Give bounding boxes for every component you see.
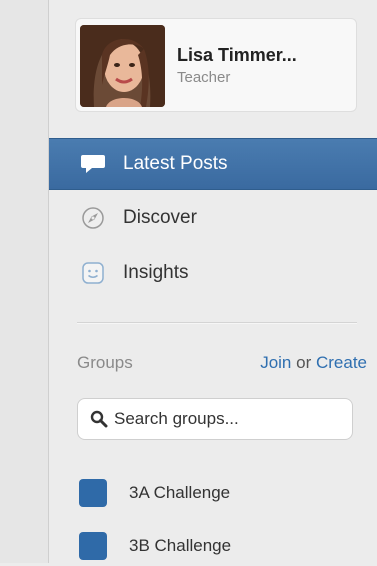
- group-name: 3A Challenge: [129, 483, 231, 502]
- groups-header: Groups Join or Create: [77, 353, 367, 373]
- compass-icon: [80, 205, 106, 231]
- search-groups-input[interactable]: [114, 405, 344, 433]
- nav-label-latest-posts: Latest Posts: [123, 153, 228, 174]
- profile-name[interactable]: Lisa Timmer...: [177, 45, 297, 66]
- group-color-swatch: [79, 479, 107, 507]
- group-search-box[interactable]: [77, 398, 353, 440]
- group-item-3b-challenge[interactable]: 3B Challenge: [77, 526, 367, 566]
- profile-role: Teacher: [177, 69, 231, 86]
- speech-bubble-icon: [80, 151, 106, 177]
- avatar[interactable]: [80, 25, 165, 107]
- nav-item-insights[interactable]: Insights: [49, 248, 377, 298]
- group-name: 3B Challenge: [129, 536, 232, 555]
- search-icon: [90, 410, 108, 428]
- nav-item-latest-posts[interactable]: Latest Posts: [49, 138, 377, 190]
- groups-label: Groups: [77, 353, 133, 372]
- nav-item-discover[interactable]: Discover: [49, 193, 377, 243]
- group-item-3a-challenge[interactable]: 3A Challenge: [77, 473, 367, 513]
- smiley-icon: [80, 260, 106, 286]
- left-gutter: [0, 0, 49, 563]
- join-group-link[interactable]: Join: [260, 353, 291, 372]
- groups-actions: Join or Create: [260, 353, 367, 373]
- sidebar: Lisa Timmer... Teacher Latest Posts Disc…: [49, 0, 377, 563]
- profile-card[interactable]: Lisa Timmer... Teacher: [75, 18, 357, 112]
- divider: [77, 322, 357, 324]
- nav-label-discover: Discover: [123, 207, 197, 228]
- groups-or-text: or: [296, 353, 312, 372]
- create-group-link[interactable]: Create: [316, 353, 367, 372]
- nav-label-insights: Insights: [123, 262, 189, 283]
- group-color-swatch: [79, 532, 107, 560]
